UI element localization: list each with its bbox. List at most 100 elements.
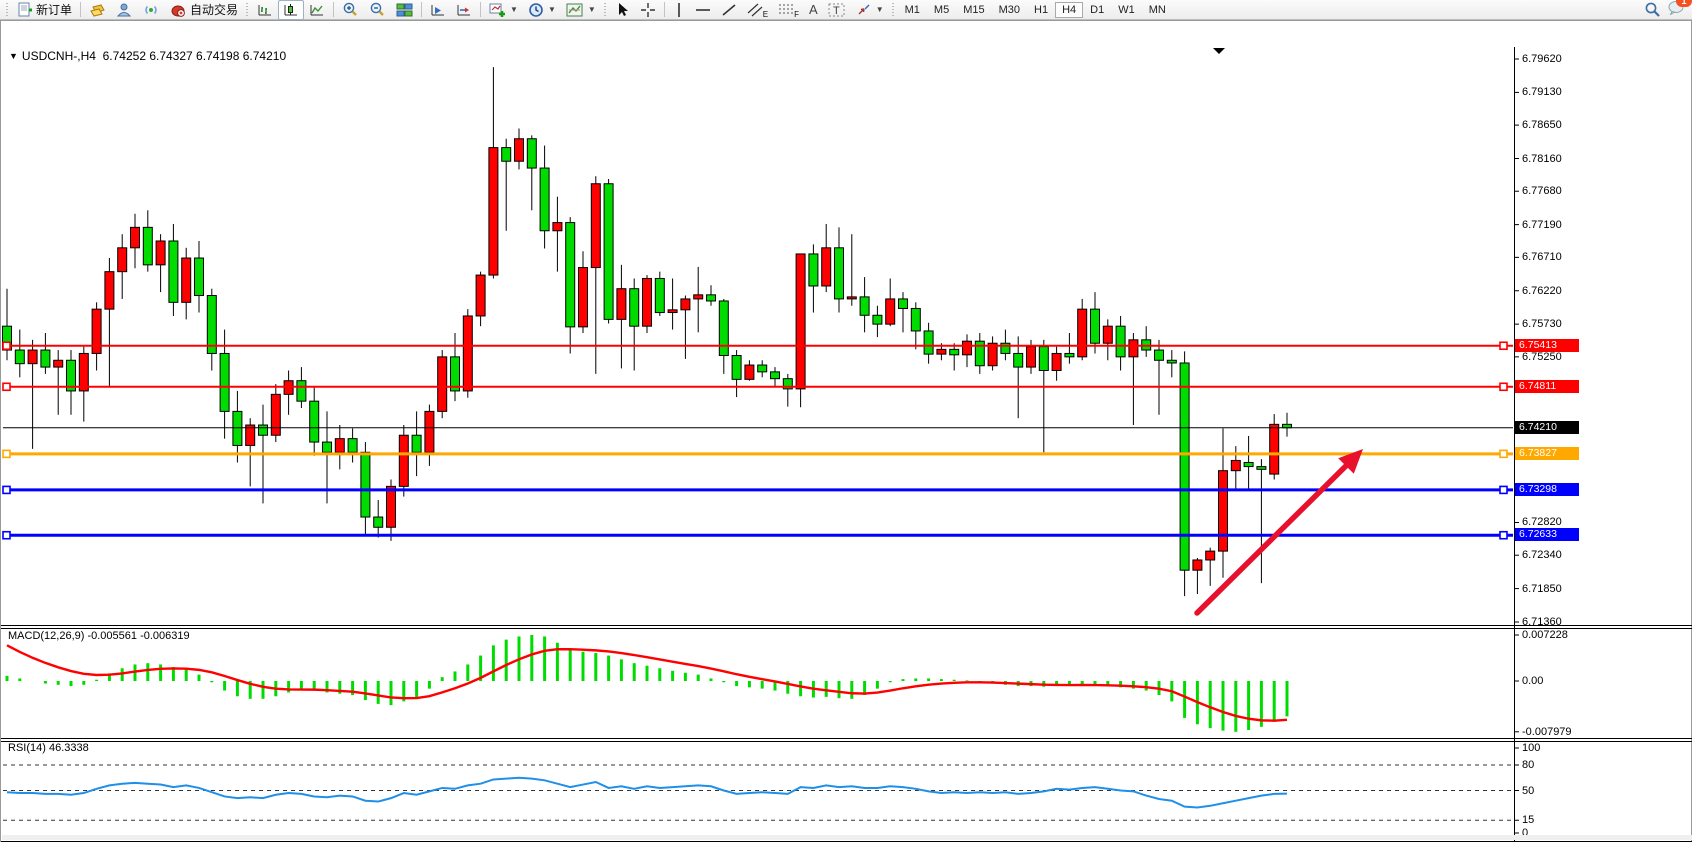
- horizontal-line-tool-button[interactable]: [690, 0, 716, 20]
- text-tool-icon: A: [809, 2, 818, 17]
- candle-bullish: [1193, 560, 1202, 570]
- price-tick-label: 6.76710: [1522, 251, 1562, 263]
- candle-bearish: [1091, 309, 1100, 343]
- svg-text:T: T: [833, 5, 840, 17]
- candle-bullish: [963, 341, 972, 355]
- candle-bullish: [156, 241, 165, 265]
- fibonacci-tool-suffix: F: [794, 10, 799, 19]
- periods-button[interactable]: ▼: [523, 0, 561, 20]
- text-label-tool-button[interactable]: T: [823, 0, 851, 20]
- level-endpoint-marker: [3, 532, 10, 539]
- fibonacci-tool-button[interactable]: F: [773, 0, 804, 20]
- tab-timeframe-M15[interactable]: M15: [956, 2, 991, 18]
- chat-unread-badge: 1: [1676, 0, 1692, 7]
- level-endpoint-marker: [1500, 383, 1507, 390]
- auto-trading-label: 自动交易: [190, 1, 238, 18]
- toolbar-grip[interactable]: [245, 2, 250, 17]
- toolbar-grip[interactable]: [603, 2, 608, 17]
- text-tool-button[interactable]: A: [804, 0, 823, 20]
- candle-bullish: [694, 295, 703, 299]
- candle-bullish: [579, 268, 588, 327]
- tab-timeframe-D1[interactable]: D1: [1083, 2, 1111, 18]
- macd-axis-label: 0.00: [1522, 675, 1543, 687]
- horizontal-line-icon: [695, 2, 711, 18]
- community-button[interactable]: [111, 0, 138, 20]
- main-toolbar: 新订单 自动交易: [0, 0, 1692, 20]
- candle-bearish: [835, 248, 844, 299]
- crosshair-tool-button[interactable]: [635, 0, 661, 20]
- candle-bullish: [1052, 353, 1061, 370]
- candle-bullish: [79, 353, 88, 390]
- candle-bullish: [335, 439, 344, 453]
- candle-bearish: [310, 401, 319, 442]
- zoom-out-button[interactable]: [364, 0, 391, 20]
- candle-bearish: [1155, 350, 1164, 360]
- bar-chart-mode-button[interactable]: [252, 0, 278, 20]
- line-chart-mode-button[interactable]: [304, 0, 330, 20]
- price-tick-label: 6.77680: [1522, 185, 1562, 197]
- tab-timeframe-M30[interactable]: M30: [992, 2, 1027, 18]
- toolbar-grip[interactable]: [5, 2, 10, 17]
- tab-timeframe-H1[interactable]: H1: [1027, 2, 1055, 18]
- signal-broadcast-icon: [143, 2, 160, 18]
- trendline-tool-button[interactable]: [716, 0, 742, 20]
- candle-bullish: [681, 299, 690, 310]
- macd-axis-label: -0.007979: [1522, 726, 1572, 738]
- tab-timeframe-M5[interactable]: M5: [927, 2, 956, 18]
- candle-bullish: [92, 309, 101, 353]
- chart-shift-button[interactable]: [425, 0, 451, 20]
- zoom-in-button[interactable]: [337, 0, 364, 20]
- tile-windows-button[interactable]: [391, 0, 418, 20]
- candle-bullish: [1231, 460, 1240, 470]
- candle-bearish: [655, 278, 664, 312]
- candle-bearish: [348, 439, 357, 453]
- price-tick-label: 6.79620: [1522, 53, 1562, 65]
- chart-title-dropdown-icon[interactable]: ▼: [9, 51, 18, 61]
- market-gold-button[interactable]: [84, 0, 111, 20]
- add-indicator-button[interactable]: ▼: [484, 0, 523, 20]
- toolbar-separator: [80, 2, 81, 17]
- vertical-line-tool-button[interactable]: [668, 0, 690, 20]
- level-endpoint-marker: [1500, 486, 1507, 493]
- templates-button[interactable]: ▼: [561, 0, 601, 20]
- candle-bearish: [1167, 360, 1176, 363]
- tab-timeframe-MN[interactable]: MN: [1142, 2, 1173, 18]
- candle-bullish: [591, 184, 600, 268]
- arrows-tool-button[interactable]: ▼: [851, 0, 889, 20]
- candle-bearish: [502, 148, 511, 162]
- chart-title: ▼USDCNH-,H4 6.74252 6.74327 6.74198 6.74…: [9, 49, 286, 63]
- candlestick-mode-button[interactable]: [278, 0, 304, 20]
- candle-bearish: [361, 452, 370, 517]
- rsi-line: [7, 778, 1287, 808]
- tab-timeframe-W1[interactable]: W1: [1111, 2, 1142, 18]
- auto-trading-button[interactable]: 自动交易: [165, 0, 243, 20]
- channel-tool-button[interactable]: E: [742, 0, 773, 20]
- candle-bearish: [630, 289, 639, 326]
- macd-axis-label: 0.007228: [1522, 629, 1568, 641]
- level-price-badge: 6.73827: [1515, 447, 1579, 460]
- tab-timeframe-H4[interactable]: H4: [1055, 2, 1083, 18]
- rsi-indicator-label: RSI(14) 46.3338: [8, 742, 89, 754]
- price-tick-label: 6.78650: [1522, 119, 1562, 131]
- toolbar-grip[interactable]: [891, 2, 896, 17]
- dropdown-caret-icon: ▼: [876, 5, 884, 14]
- candle-bullish: [489, 148, 498, 275]
- window-bottom-strip: [2, 835, 1692, 840]
- search-icon[interactable]: [1644, 1, 1661, 18]
- candle-bearish: [899, 299, 908, 309]
- candle-bullish: [1103, 326, 1112, 343]
- toolbar-right-group: 1: [1644, 0, 1689, 20]
- candle-bearish: [1180, 363, 1189, 570]
- dropdown-caret-icon: ▼: [548, 5, 556, 14]
- signals-button[interactable]: [138, 0, 165, 20]
- chart-canvas: [1, 21, 1692, 842]
- price-tick-label: 6.76220: [1522, 285, 1562, 297]
- chat-button[interactable]: 1: [1667, 0, 1685, 20]
- add-indicator-icon: [489, 2, 506, 18]
- tab-timeframe-M1[interactable]: M1: [898, 2, 927, 18]
- cursor-tool-button[interactable]: [610, 0, 635, 20]
- level-endpoint-marker: [3, 486, 10, 493]
- new-order-button[interactable]: 新订单: [12, 0, 77, 20]
- auto-scroll-button[interactable]: [451, 0, 477, 20]
- candle-bearish: [771, 372, 780, 379]
